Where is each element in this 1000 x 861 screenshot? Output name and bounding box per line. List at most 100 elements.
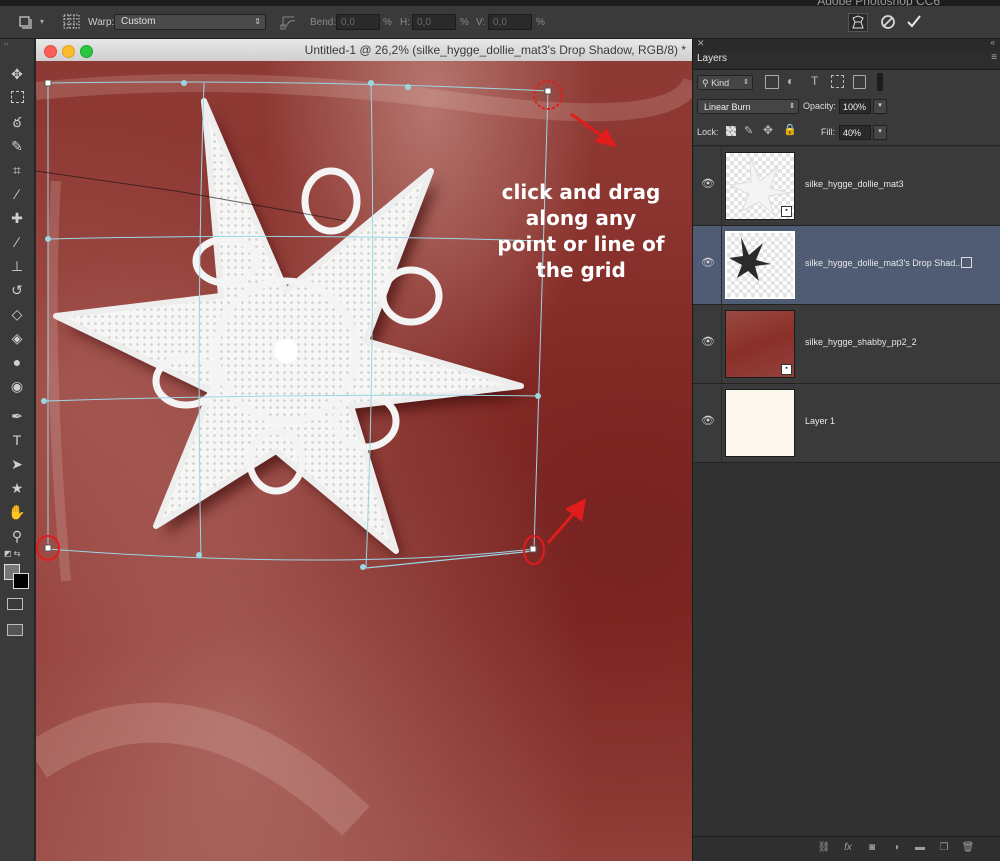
lock-transparent-icon[interactable] — [726, 126, 736, 136]
bend-unit: % — [383, 17, 392, 28]
panel-menu-icon[interactable]: ≡ — [991, 52, 997, 63]
lasso-icon[interactable]: ఠ — [6, 112, 28, 132]
eyedropper-icon[interactable]: ⁄ — [6, 184, 28, 204]
layer-thumbnail — [725, 389, 795, 457]
brush-icon[interactable]: ∕ — [6, 232, 28, 252]
layer-effects-icon[interactable] — [961, 257, 972, 268]
change-warp-orientation-icon[interactable] — [280, 13, 298, 31]
trash-icon[interactable]: 🗑 — [961, 842, 975, 856]
layer-row[interactable]: 👁 ▪ silke_hygge_shabby_pp2_2 — [693, 305, 1000, 384]
panel-collapse-icon[interactable]: « — [991, 38, 995, 47]
filter-smart-object-icon[interactable] — [853, 75, 866, 89]
opacity-input[interactable]: 100% — [839, 99, 871, 114]
lock-pixels-icon[interactable]: ✎ — [744, 124, 753, 137]
options-bar: ▾ Warp: Custom ⇕ Bend: 0,0 % H: 0,0 % V:… — [0, 6, 1000, 39]
layer-divider — [721, 384, 722, 462]
smart-object-badge-icon: ▪ — [781, 206, 792, 217]
hand-icon[interactable]: ✋ — [6, 502, 28, 522]
layer-divider — [721, 147, 722, 225]
blend-mode-select[interactable]: Linear Burn ⇕ — [697, 99, 799, 114]
h-label: H: — [400, 17, 410, 28]
bend-input[interactable]: 0,0 — [336, 14, 380, 30]
dodge-icon[interactable]: ◉ — [6, 376, 28, 396]
warp-grid-icon[interactable] — [62, 13, 82, 31]
default-colors-icon[interactable]: ◩ ⇆ — [4, 549, 20, 558]
fill-label: Fill: — [821, 127, 835, 137]
filter-shape-icon[interactable] — [831, 75, 844, 88]
doily-shadow-thumbnail-icon — [729, 237, 771, 281]
doily-graphic — [53, 98, 524, 554]
stamp-icon[interactable]: ⊥ — [6, 256, 28, 276]
tool-preset-caret-icon[interactable]: ▾ — [40, 17, 44, 26]
eraser-icon[interactable]: ◇ — [6, 304, 28, 324]
visibility-eye-icon[interactable]: 👁 — [701, 177, 715, 191]
opacity-caret-icon[interactable]: ▾ — [873, 99, 887, 114]
visibility-eye-icon[interactable]: 👁 — [701, 335, 715, 349]
quick-select-icon[interactable]: ✎ — [6, 136, 28, 156]
layer-row[interactable]: 👁 ▪ silke_hygge_dollie_mat3 — [693, 147, 1000, 226]
filter-pixel-icon[interactable] — [765, 75, 779, 89]
fx-icon[interactable]: fx — [841, 842, 855, 856]
tools-collapse-icon[interactable]: ›› — [4, 41, 9, 48]
bucket-icon[interactable]: ◈ — [6, 328, 28, 348]
warp-style-value: Custom — [121, 16, 156, 27]
layer-thumbnail: ▪ — [725, 310, 795, 378]
blend-row: Linear Burn ⇕ Opacity: 100% ▾ — [693, 96, 1000, 120]
filter-toggle-icon[interactable] — [877, 73, 883, 91]
mask-icon[interactable]: ◙ — [865, 842, 879, 856]
layer-name: silke_hygge_dollie_mat3 — [805, 179, 904, 189]
background-color-swatch[interactable] — [13, 573, 29, 589]
move-tool-icon[interactable] — [18, 15, 36, 29]
commit-check-icon[interactable] — [906, 13, 922, 29]
type-icon[interactable]: T — [6, 430, 28, 450]
warp-style-select[interactable]: Custom ⇕ — [114, 14, 266, 30]
crop-icon[interactable]: ⌗ — [6, 160, 28, 180]
bend-label: Bend: — [310, 17, 337, 28]
adjustment-icon[interactable]: ◑ — [889, 842, 903, 856]
smart-object-badge-icon: ▪ — [781, 364, 792, 375]
tools-panel: ›› ✥ ఠ ✎ ⌗ ⁄ ✚ ∕ ⊥ ↺ ◇ ◈ ● ◉ ✒ T ➤ ★ ✋ ⚲… — [0, 39, 35, 861]
document-title: Untitled-1 @ 26,2% (silke_hygge_dollie_m… — [304, 43, 686, 57]
lock-all-icon[interactable]: 🔒 — [783, 123, 797, 136]
fill-input[interactable]: 40% — [839, 125, 871, 140]
v-unit: % — [536, 17, 545, 28]
filter-kind-select[interactable]: ⚲ Kind ⇕ — [697, 75, 753, 90]
visibility-eye-icon[interactable]: 👁 — [701, 414, 715, 428]
layer-thumbnail: ▪ — [725, 152, 795, 220]
healing-icon[interactable]: ✚ — [6, 208, 28, 228]
layer-row-selected[interactable]: 👁 silke_hygge_dollie_mat3's Drop Shad... — [693, 226, 1000, 305]
filter-adjustment-icon[interactable]: ◐ — [787, 74, 794, 88]
quick-mask-icon[interactable] — [7, 598, 23, 610]
layer-name: silke_hygge_dollie_mat3's Drop Shad... — [805, 258, 963, 268]
puppet-toggle-icon[interactable] — [848, 13, 868, 32]
new-layer-icon[interactable]: ❐ — [937, 842, 951, 856]
lock-position-icon[interactable]: ✥ — [763, 123, 773, 137]
visibility-eye-icon[interactable]: 👁 — [701, 256, 715, 270]
cancel-icon[interactable] — [880, 14, 896, 30]
instruction-text: click and drag along any point or line o… — [476, 179, 686, 283]
shape-icon[interactable]: ★ — [6, 478, 28, 498]
instruction-line: point or line of — [497, 232, 665, 256]
path-select-icon[interactable]: ➤ — [6, 454, 28, 474]
zoom-icon[interactable]: ⚲ — [6, 526, 28, 546]
folder-icon[interactable]: ▬ — [913, 842, 927, 856]
panel-close-icon[interactable]: ✕ — [697, 38, 705, 49]
warp-label: Warp: — [88, 17, 115, 28]
layer-row[interactable]: 👁 Layer 1 — [693, 384, 1000, 463]
link-icon[interactable]: ⛓ — [817, 842, 831, 856]
fill-caret-icon[interactable]: ▾ — [873, 125, 887, 140]
instruction-line: click and drag — [501, 180, 661, 204]
marquee-icon[interactable] — [6, 88, 28, 108]
screen-mode-icon[interactable] — [7, 624, 23, 636]
blur-icon[interactable]: ● — [6, 352, 28, 372]
history-brush-icon[interactable]: ↺ — [6, 280, 28, 300]
move-icon[interactable]: ✥ — [6, 64, 28, 84]
canvas[interactable]: click and drag along any point or line o… — [36, 61, 692, 861]
v-input[interactable]: 0,0 — [488, 14, 532, 30]
h-input[interactable]: 0,0 — [412, 14, 456, 30]
instruction-line: along any — [525, 206, 637, 230]
pen-icon[interactable]: ✒ — [6, 406, 28, 426]
document-titlebar: Untitled-1 @ 26,2% (silke_hygge_dollie_m… — [36, 39, 692, 62]
tab-layers[interactable]: Layers — [697, 53, 727, 64]
filter-type-icon[interactable]: T — [811, 74, 818, 88]
